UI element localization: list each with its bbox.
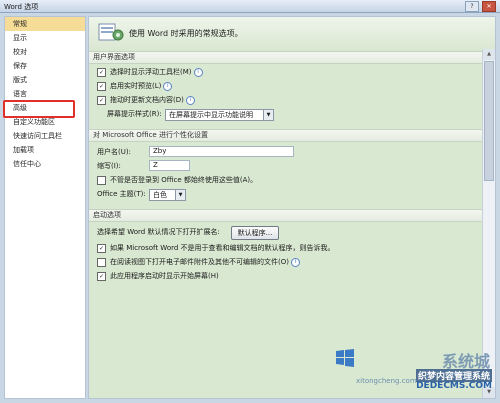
checkbox-reading-view[interactable] [97, 258, 106, 267]
info-icon: i [185, 96, 195, 105]
label-mini-toolbar: 选择时显示浮动工具栏(M) [110, 68, 192, 76]
watermark-line3: xitongcheng.com [356, 377, 417, 385]
label-always-use: 不管是否登录到 Office 都始终使用这些值(A)。 [110, 176, 258, 184]
option-tell-me[interactable]: ✓ 如果 Microsoft Word 不是用于查看和编辑文档的默认程序，则告诉… [97, 243, 335, 254]
panel-header-text: 使用 Word 时采用的常规选项。 [129, 29, 243, 38]
sidebar-item-customize-ribbon[interactable]: 自定义功能区 [5, 115, 85, 129]
checkbox-mini-toolbar[interactable]: ✓ [97, 68, 106, 77]
default-programs-button[interactable]: 默认程序... [231, 226, 279, 240]
options-body: 用户界面选项 ✓ 选择时显示浮动工具栏(M) i ✓ 启用实时预览(L) i ✓… [89, 49, 495, 398]
info-icon: i [163, 82, 173, 91]
label-tell-me: 如果 Microsoft Word 不是用于查看和编辑文档的默认程序，则告诉我。 [110, 244, 335, 252]
checkbox-always-use[interactable] [97, 176, 106, 185]
option-always-use[interactable]: 不管是否登录到 Office 都始终使用这些值(A)。 [97, 175, 257, 186]
option-reading-view[interactable]: 在阅读视图下打开电子邮件附件及其他不可编辑的文件(O) i [97, 257, 300, 268]
option-drag-update[interactable]: ✓ 拖动时更新文档内容(D) i [97, 95, 195, 106]
label-reading-view: 在阅读视图下打开电子邮件附件及其他不可编辑的文件(O) [110, 258, 289, 266]
chevron-down-icon[interactable]: ▼ [175, 190, 185, 200]
watermark-line2: DEDECMS.COM [416, 381, 492, 391]
label-screentip: 屏幕提示样式(R): [107, 110, 162, 118]
username-field[interactable]: Zby [149, 146, 294, 157]
option-start-screen[interactable]: ✓ 此应用程序启动时显示开始屏幕(H) [97, 271, 219, 282]
screentip-value: 在屏幕提示中显示功能说明 [169, 111, 253, 119]
label-drag-update: 拖动时更新文档内容(D) [110, 96, 184, 104]
options-panel: 使用 Word 时采用的常规选项。 用户界面选项 ✓ 选择时显示浮动工具栏(M)… [88, 16, 496, 399]
section-ui-options: 用户界面选项 [89, 51, 485, 64]
sidebar-item-layout[interactable]: 版式 [5, 73, 85, 87]
panel-header: 使用 Word 时采用的常规选项。 [89, 17, 495, 49]
sidebar-item-language[interactable]: 语言 [5, 87, 85, 101]
label-username: 用户名(U): [97, 148, 131, 156]
theme-select[interactable]: 白色 ▼ [149, 189, 186, 201]
option-mini-toolbar[interactable]: ✓ 选择时显示浮动工具栏(M) i [97, 67, 203, 78]
checkbox-tell-me[interactable]: ✓ [97, 244, 106, 253]
sidebar-item-display[interactable]: 显示 [5, 31, 85, 45]
info-icon: i [290, 258, 300, 267]
vertical-scrollbar[interactable]: ▲ ▼ [482, 49, 495, 398]
help-icon[interactable]: ? [465, 1, 479, 12]
watermark: 系统城 织梦内容管理系统 DEDECMS.COM xitongcheng.com [334, 347, 494, 399]
section-startup: 启动选项 [89, 209, 485, 222]
sidebar-item-trust-center[interactable]: 信任中心 [5, 157, 85, 171]
sidebar-item-general[interactable]: 常规 [5, 17, 85, 31]
options-icon [98, 23, 124, 41]
sidebar-item-advanced[interactable]: 高级 [3, 100, 85, 118]
checkbox-start-screen[interactable]: ✓ [97, 272, 106, 281]
initials-field[interactable]: Z [149, 160, 190, 171]
checkbox-drag-update[interactable]: ✓ [97, 96, 106, 105]
sidebar-item-proofing[interactable]: 校对 [5, 45, 85, 59]
sidebar-item-quick-access[interactable]: 快速访问工具栏 [5, 129, 85, 143]
chevron-down-icon[interactable]: ▼ [263, 110, 273, 120]
screentip-select[interactable]: 在屏幕提示中显示功能说明 ▼ [165, 109, 274, 121]
scroll-up-icon[interactable]: ▲ [483, 49, 495, 60]
label-extensions: 选择希望 Word 默认情况下打开扩展名: [97, 228, 220, 236]
label-start-screen: 此应用程序启动时显示开始屏幕(H) [110, 272, 219, 280]
checkbox-live-preview[interactable]: ✓ [97, 82, 106, 91]
window-title: Word 选项 [4, 3, 39, 11]
option-live-preview[interactable]: ✓ 启用实时预览(L) i [97, 81, 173, 92]
section-personalize: 对 Microsoft Office 进行个性化设置 [89, 129, 485, 142]
scroll-thumb[interactable] [484, 61, 494, 181]
info-icon: i [193, 68, 203, 77]
label-theme: Office 主题(T): [97, 190, 146, 198]
close-icon[interactable]: ✕ [482, 1, 496, 12]
windows-logo-icon [336, 349, 354, 367]
label-live-preview: 启用实时预览(L) [110, 82, 162, 90]
theme-value: 白色 [153, 191, 167, 199]
sidebar-item-addins[interactable]: 加载项 [5, 143, 85, 157]
options-sidebar: 常规 显示 校对 保存 版式 语言 高级 自定义功能区 快速访问工具栏 加载项 … [3, 16, 86, 399]
label-initials: 缩写(I): [97, 162, 121, 170]
sidebar-item-save[interactable]: 保存 [5, 59, 85, 73]
title-bar: Word 选项 ? ✕ [0, 0, 500, 13]
